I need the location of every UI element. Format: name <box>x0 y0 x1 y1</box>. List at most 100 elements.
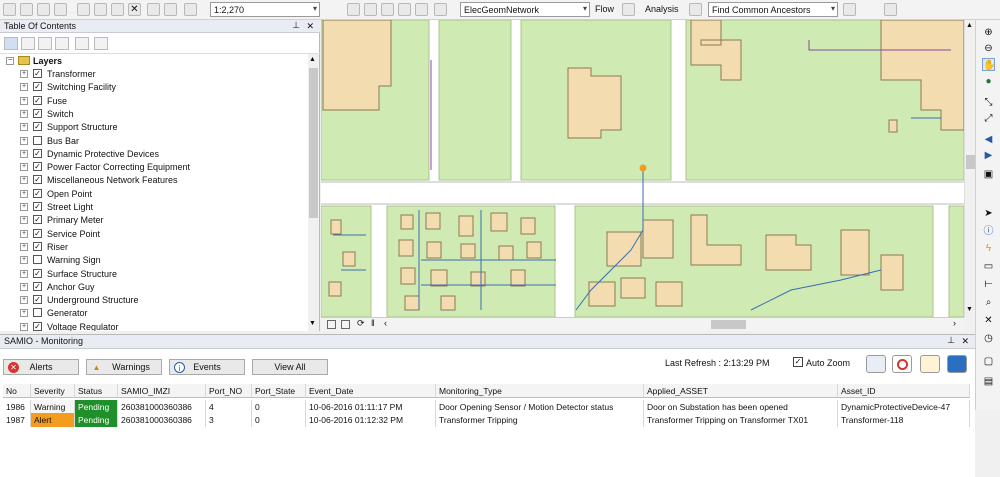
scroll-thumb[interactable] <box>966 155 975 169</box>
layer-item[interactable]: + ✓ Open Point <box>0 188 300 201</box>
zoom-to-icon[interactable] <box>947 355 967 373</box>
select-elements-icon[interactable]: ➤ <box>982 207 995 220</box>
expand-icon[interactable]: + <box>20 163 28 172</box>
zoom-out-icon[interactable]: ⊖ <box>982 42 995 55</box>
cut-icon[interactable] <box>77 3 90 16</box>
map-canvas[interactable] <box>321 20 964 317</box>
print-icon[interactable] <box>54 3 67 16</box>
html-popup-icon[interactable]: ▭ <box>982 260 995 273</box>
layer-visibility-checkbox[interactable]: ✓ <box>33 268 42 278</box>
expand-icon[interactable]: + <box>20 96 28 105</box>
expand-icon[interactable]: + <box>20 216 28 225</box>
layout-view-icon[interactable] <box>327 320 336 329</box>
identify-icon[interactable]: ⓘ <box>982 225 995 238</box>
measure-icon[interactable]: ⊢ <box>982 278 995 291</box>
pause-icon[interactable]: ‖ <box>371 318 375 328</box>
data-view-icon[interactable] <box>341 320 350 329</box>
expand-icon[interactable]: + <box>20 256 28 265</box>
pin-icon[interactable]: ⊥ <box>292 20 300 31</box>
collapse-icon[interactable]: − <box>6 57 14 65</box>
map-horizontal-scroll-thumb[interactable] <box>711 320 746 329</box>
paste-icon[interactable] <box>111 3 124 16</box>
auto-zoom-checkbox[interactable]: ✓ <box>793 357 803 367</box>
layer-item[interactable]: + ✓ Riser <box>0 241 300 254</box>
close-icon[interactable]: ✕ <box>306 21 314 32</box>
delete-icon[interactable]: ✕ <box>128 3 141 16</box>
find-icon[interactable]: ⌕ <box>982 296 995 309</box>
open-icon[interactable] <box>20 3 33 16</box>
create-viewer-icon[interactable]: ▤ <box>982 375 995 388</box>
layer-item[interactable]: + ✓ Support Structure <box>0 121 300 134</box>
layer-item[interactable]: + ✓ Fuse <box>0 95 300 108</box>
fixed-zoom-in-icon[interactable]: ⤡ <box>982 96 995 109</box>
layer-visibility-checkbox[interactable] <box>33 308 42 318</box>
layer-visibility-checkbox[interactable]: ✓ <box>33 122 42 132</box>
expand-icon[interactable]: + <box>20 269 28 278</box>
expand-icon[interactable]: + <box>20 309 28 318</box>
expand-icon[interactable]: + <box>20 149 28 158</box>
trace-task-combo[interactable]: Find Common Ancestors ▾ <box>708 2 838 17</box>
layer-item[interactable]: + ✓ Primary Meter <box>0 214 300 227</box>
new-document-icon[interactable] <box>3 3 16 16</box>
stop-icon[interactable] <box>892 355 912 373</box>
flow-direction-icon[interactable] <box>622 3 635 16</box>
forward-extent-icon[interactable]: ▶ <box>982 149 995 162</box>
toc-scrollbar[interactable]: ▲ ▼ <box>308 54 319 331</box>
layer-visibility-checkbox[interactable]: ✓ <box>33 228 42 238</box>
alert-marker[interactable] <box>639 164 647 172</box>
layer-visibility-checkbox[interactable]: ✓ <box>33 295 42 305</box>
solve-icon[interactable] <box>843 3 856 16</box>
expand-icon[interactable]: + <box>20 136 28 145</box>
layer-visibility-checkbox[interactable] <box>33 135 42 145</box>
trace-flag-icon[interactable] <box>689 3 702 16</box>
layer-visibility-checkbox[interactable]: ✓ <box>33 241 42 251</box>
expand-icon[interactable]: + <box>20 123 28 132</box>
layer-visibility-checkbox[interactable]: ✓ <box>33 215 42 225</box>
add-data-icon[interactable] <box>184 3 197 16</box>
pin-icon[interactable]: ⊥ <box>947 335 955 346</box>
layer-visibility-checkbox[interactable]: ✓ <box>33 281 42 291</box>
arctoolbox-icon[interactable] <box>398 3 411 16</box>
scroll-down-icon[interactable]: ▼ <box>309 320 316 327</box>
full-extent-icon[interactable]: ● <box>982 75 995 88</box>
options-icon[interactable] <box>75 37 89 50</box>
table-row[interactable]: 1986 Warning Pending 260381000360386 4 0 10-06… <box>3 400 970 414</box>
list-by-visibility-icon[interactable] <box>38 37 52 50</box>
warnings-button[interactable]: ▲ Warnings <box>86 359 162 375</box>
layer-item[interactable]: + ✓ Voltage Regulator <box>0 321 300 331</box>
layer-item[interactable]: + ✓ Dynamic Protective Devices <box>0 148 300 161</box>
scroll-up-icon[interactable]: ▲ <box>966 22 973 29</box>
editor-icon[interactable] <box>347 3 360 16</box>
events-button[interactable]: i Events <box>169 359 245 375</box>
layer-item[interactable]: + ✓ Street Light <box>0 201 300 214</box>
close-icon[interactable]: ✕ <box>961 336 969 347</box>
catalog-icon[interactable] <box>364 3 377 16</box>
scroll-thumb[interactable] <box>309 68 318 218</box>
layer-item[interactable]: + Bus Bar <box>0 135 300 148</box>
layers-root[interactable]: − Layers <box>0 55 300 68</box>
layer-visibility-checkbox[interactable]: ✓ <box>33 188 42 198</box>
map-view[interactable] <box>321 20 964 317</box>
expand-icon[interactable]: + <box>20 189 28 198</box>
back-extent-icon[interactable]: ◀ <box>982 133 995 146</box>
scroll-left-icon[interactable]: ‹ <box>384 318 387 328</box>
expand-icon[interactable]: + <box>20 296 28 305</box>
layer-item[interactable]: + ✓ Surface Structure <box>0 268 300 281</box>
map-vertical-scrollbar[interactable]: ▲ ▼ <box>964 20 975 317</box>
layer-visibility-checkbox[interactable]: ✓ <box>33 321 42 331</box>
table-row[interactable]: 1987 Alert Pending 260381000360386 3 0 10-06-2… <box>3 413 970 427</box>
scroll-up-icon[interactable]: ▲ <box>309 56 316 63</box>
scroll-down-icon[interactable]: ▼ <box>966 306 973 313</box>
layer-visibility-checkbox[interactable]: ✓ <box>33 162 42 172</box>
expand-icon[interactable]: + <box>20 70 28 78</box>
select-features-icon[interactable]: ▣ <box>982 168 995 181</box>
expand-icon[interactable]: + <box>20 203 28 211</box>
refresh-icon[interactable]: ⟳ <box>357 318 365 329</box>
list-by-selection-icon[interactable] <box>55 37 69 50</box>
go-to-xy-icon[interactable]: ✕ <box>982 314 995 327</box>
zoom-in-icon[interactable]: ⊕ <box>982 26 995 39</box>
binoculars-icon[interactable] <box>884 3 897 16</box>
layer-item[interactable]: + ✓ Switch <box>0 108 300 121</box>
scroll-right-icon[interactable]: › <box>953 318 956 328</box>
layer-item[interactable]: + Warning Sign <box>0 254 300 267</box>
